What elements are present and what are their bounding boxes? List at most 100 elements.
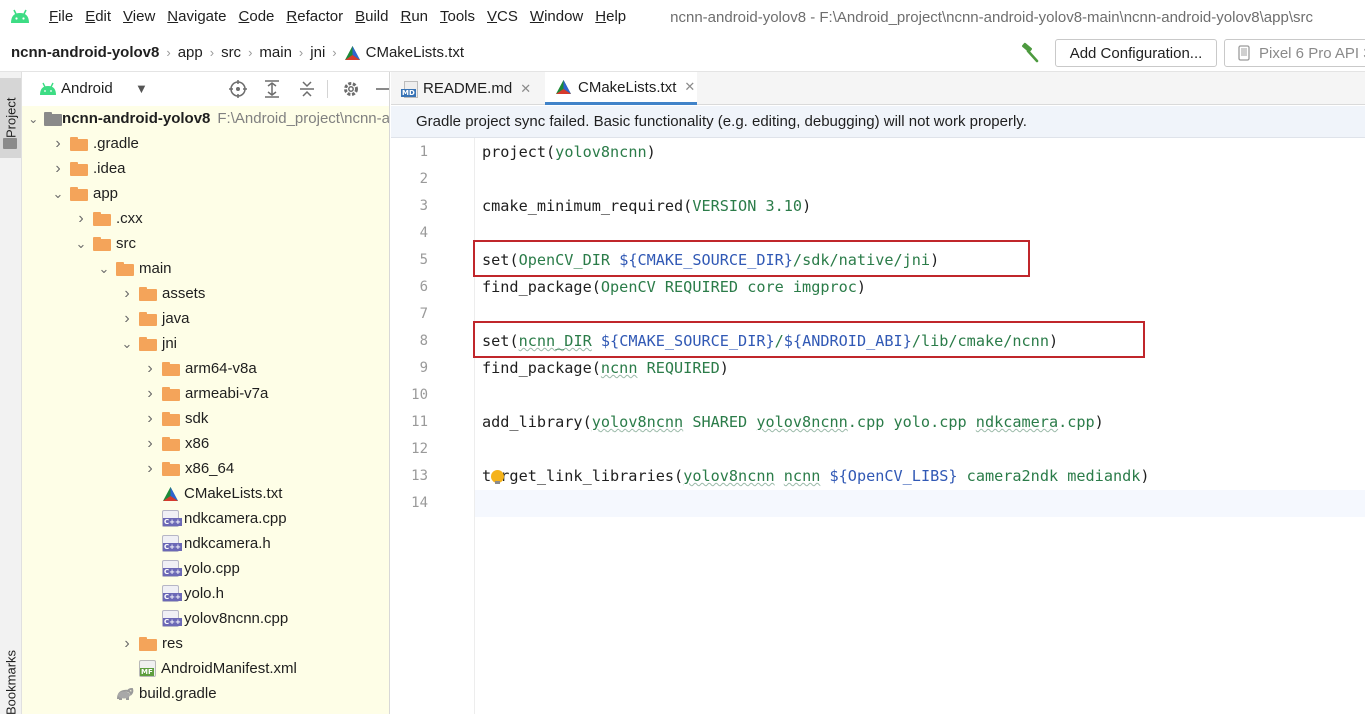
breadcrumb-item[interactable]: jni: [306, 44, 329, 61]
tree-item[interactable]: ⌄ jni: [22, 331, 389, 356]
tree-item[interactable]: build.gradle: [22, 681, 389, 706]
folder-icon: [139, 286, 157, 301]
code-line[interactable]: target_link_libraries(yolov8ncnn ncnn ${…: [482, 463, 1150, 490]
menu-vcs[interactable]: VCS: [481, 0, 524, 34]
chevron-right-icon[interactable]: ›: [120, 635, 134, 652]
chevron-right-icon[interactable]: ›: [51, 135, 65, 152]
folder-icon: [162, 436, 180, 451]
tree-item[interactable]: MF AndroidManifest.xml: [22, 656, 389, 681]
menu-build[interactable]: Build: [349, 0, 394, 34]
menu-view[interactable]: View: [117, 0, 161, 34]
menu-refactor[interactable]: Refactor: [280, 0, 349, 34]
tree-item[interactable]: › x86_64: [22, 456, 389, 481]
code-line[interactable]: add_library(yolov8ncnn SHARED yolov8ncnn…: [482, 409, 1104, 436]
chevron-down-icon[interactable]: ▼: [135, 81, 148, 96]
add-configuration-button[interactable]: Add Configuration...: [1055, 39, 1217, 67]
chevron-down-icon[interactable]: ⌄: [97, 261, 111, 276]
chevron-right-icon[interactable]: ›: [143, 435, 157, 452]
tab-readme[interactable]: MD README.md ✕: [391, 72, 544, 105]
tree-item[interactable]: › .gradle: [22, 131, 389, 156]
lightbulb-icon[interactable]: [491, 470, 504, 484]
tree-item[interactable]: › x86: [22, 431, 389, 456]
chevron-right-icon[interactable]: ›: [143, 385, 157, 402]
tree-item-label: java: [162, 310, 190, 327]
chevron-right-icon[interactable]: ›: [143, 460, 157, 477]
tree-item-label: .cxx: [116, 210, 143, 227]
code-token: yolov8ncnn: [591, 413, 684, 431]
menu-code[interactable]: Code: [233, 0, 281, 34]
menu-window[interactable]: Window: [524, 0, 589, 34]
crosshair-icon[interactable]: [228, 79, 248, 99]
code-line[interactable]: project(yolov8ncnn): [482, 139, 656, 166]
folder-icon: [139, 636, 157, 651]
close-icon[interactable]: ✕: [520, 81, 531, 97]
breadcrumb-label: CMakeLists.txt: [365, 44, 464, 61]
tree-item[interactable]: › res: [22, 631, 389, 656]
collapse-all-icon[interactable]: [297, 79, 317, 99]
chevron-down-icon[interactable]: ⌄: [74, 236, 88, 251]
folder-icon: [139, 311, 157, 326]
tree-item-label: main: [139, 260, 172, 277]
chevron-down-icon[interactable]: ⌄: [120, 336, 134, 351]
chevron-right-icon[interactable]: ›: [120, 285, 134, 302]
bookmarks-tool-window-button[interactable]: Bookmarks: [1, 647, 21, 714]
code-editor[interactable]: 1 2 3 4 5 6 7 8 9 10 11 12 13 14 project(yolov8ncnn) c…: [391, 138, 1365, 714]
close-icon[interactable]: ✕: [684, 79, 695, 95]
expand-all-icon[interactable]: [262, 79, 282, 99]
breadcrumb-item[interactable]: CMakeLists.txt: [340, 44, 468, 61]
device-selector[interactable]: Pixel 6 Pro API 3: [1224, 39, 1365, 67]
menu-help[interactable]: Help: [589, 0, 632, 34]
tree-root[interactable]: ⌄ ncnn-android-yolov8 F:\Android_project…: [22, 106, 389, 131]
tree-item[interactable]: CMakeLists.txt: [22, 481, 389, 506]
project-tool-window-button[interactable]: Project: [0, 78, 21, 158]
menu-tools[interactable]: Tools: [434, 0, 481, 34]
breadcrumb-label: jni: [310, 44, 326, 61]
tree-item[interactable]: › .idea: [22, 156, 389, 181]
code-line[interactable]: find_package(OpenCV REQUIRED core imgpro…: [482, 274, 866, 301]
line-number: 10: [411, 387, 428, 403]
menu-file[interactable]: File: [43, 0, 79, 34]
menu-navigate[interactable]: Navigate: [161, 0, 232, 34]
code-line[interactable]: cmake_minimum_required(VERSION 3.10): [482, 193, 811, 220]
breadcrumb-item[interactable]: app: [174, 44, 207, 61]
chevron-right-icon[interactable]: ›: [51, 160, 65, 177]
tab-cmakelists[interactable]: CMakeLists.txt ✕: [545, 72, 697, 105]
tree-item[interactable]: › sdk: [22, 406, 389, 431]
menu-label-rest: CS: [497, 8, 518, 25]
menu-edit[interactable]: Edit: [79, 0, 117, 34]
project-panel-header: Android ▼: [22, 72, 389, 106]
code-line[interactable]: find_package(ncnn REQUIRED): [482, 355, 729, 382]
tree-item[interactable]: › armeabi-v7a: [22, 381, 389, 406]
minimize-icon[interactable]: [373, 79, 389, 99]
tree-item[interactable]: C++ ndkcamera.cpp: [22, 506, 389, 531]
tree-item[interactable]: › .cxx: [22, 206, 389, 231]
tree-item[interactable]: C++ yolo.cpp: [22, 556, 389, 581]
tree-item[interactable]: ⌄ main: [22, 256, 389, 281]
tree-item-label: yolo.h: [184, 585, 225, 602]
gear-icon[interactable]: [341, 79, 361, 99]
tree-item[interactable]: › java: [22, 306, 389, 331]
tree-item[interactable]: C++ ndkcamera.h: [22, 531, 389, 556]
chevron-down-icon[interactable]: ⌄: [28, 112, 39, 126]
menu-run[interactable]: Run: [394, 0, 434, 34]
chevron-down-icon[interactable]: ⌄: [51, 186, 65, 201]
tab-label: README.md: [423, 80, 513, 97]
breadcrumb-item[interactable]: main: [255, 44, 296, 61]
chevron-right-icon[interactable]: ›: [143, 360, 157, 377]
project-view-selector[interactable]: Android: [61, 80, 113, 97]
hammer-icon[interactable]: [1019, 42, 1041, 64]
tree-item[interactable]: C++ yolov8ncnn.cpp: [22, 606, 389, 631]
tree-item[interactable]: ⌄ src: [22, 231, 389, 256]
breadcrumb-item[interactable]: ncnn-android-yolov8: [0, 44, 163, 61]
chevron-right-icon[interactable]: ›: [120, 310, 134, 327]
code-token: (: [546, 143, 556, 161]
tree-item[interactable]: C++ yolo.h: [22, 581, 389, 606]
tree-item[interactable]: › assets: [22, 281, 389, 306]
left-tool-strip: Project Bookmarks: [0, 72, 22, 714]
chevron-right-icon[interactable]: ›: [74, 210, 88, 227]
tree-item[interactable]: › arm64-v8a: [22, 356, 389, 381]
tree-item[interactable]: ⌄ app: [22, 181, 389, 206]
chevron-right-icon[interactable]: ›: [143, 410, 157, 427]
line-number: 9: [419, 360, 428, 376]
breadcrumb-item[interactable]: src: [217, 44, 245, 61]
